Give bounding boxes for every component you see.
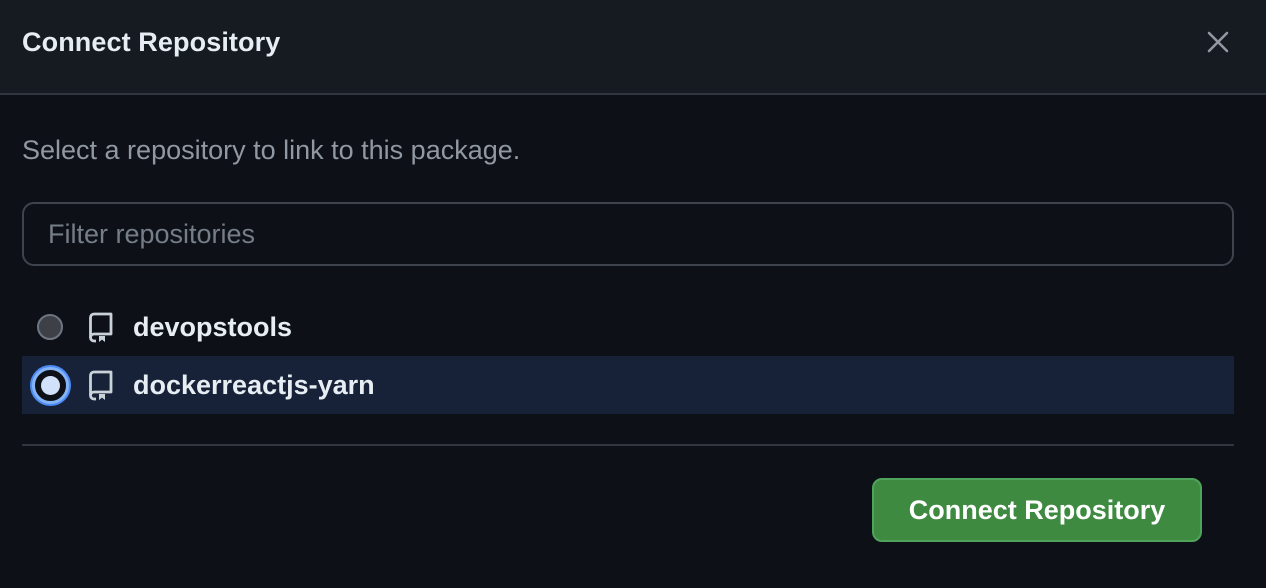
- close-icon: [1207, 31, 1229, 53]
- repo-icon: [88, 369, 116, 401]
- radio-button-checked[interactable]: [32, 367, 69, 404]
- repository-name: dockerreactjs-yarn: [133, 370, 375, 400]
- repo-icon: [88, 311, 116, 343]
- divider: [22, 444, 1234, 446]
- repository-option-dockerreactjs-yarn[interactable]: dockerreactjs-yarn: [22, 356, 1234, 414]
- repository-name: devopstools: [133, 312, 293, 342]
- connect-repository-dialog: Connect Repository Select a repository t…: [0, 0, 1266, 588]
- connect-repository-button[interactable]: Connect Repository: [872, 478, 1202, 542]
- radio-button[interactable]: [37, 314, 63, 340]
- repository-option-devopstools[interactable]: devopstools: [22, 298, 1234, 356]
- repository-list: devopstools dockerreactjs-yarn: [22, 298, 1234, 414]
- dialog-header: Connect Repository: [0, 0, 1266, 95]
- dialog-description: Select a repository to link to this pack…: [22, 135, 521, 165]
- dialog-title: Connect Repository: [22, 27, 281, 57]
- filter-repositories-input[interactable]: [22, 202, 1234, 266]
- close-button[interactable]: [1196, 20, 1240, 64]
